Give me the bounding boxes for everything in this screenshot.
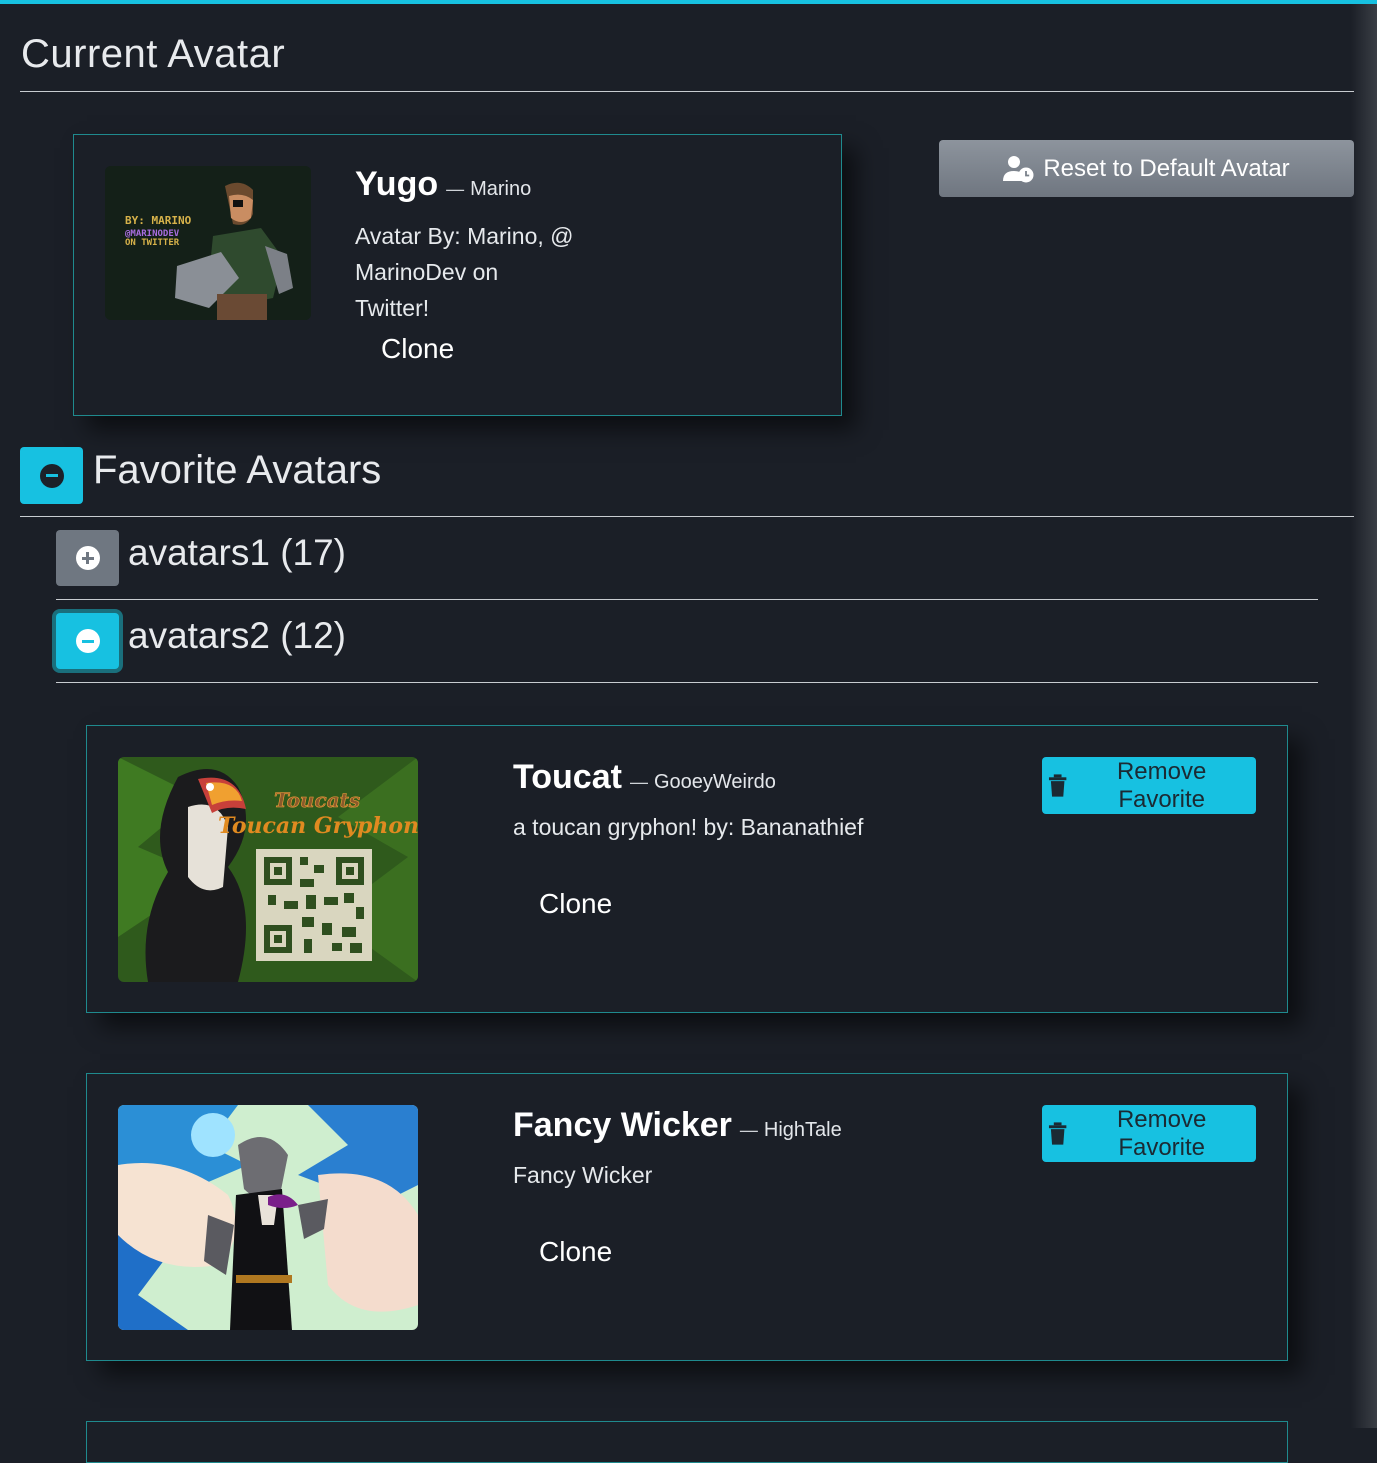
remove-favorite-button[interactable]: Remove Favorite xyxy=(1042,757,1256,814)
favorite-avatar-card: Fancy Wicker — HighTale Fancy Wicker Clone… xyxy=(86,1073,1288,1361)
avatar-author: Marino xyxy=(470,178,532,200)
thumb-title-1: Toucats xyxy=(274,788,360,812)
group-expand-toggle-avatars1[interactable] xyxy=(56,530,119,586)
svg-text:ON TWITTER: ON TWITTER xyxy=(125,238,180,248)
user-clock-icon xyxy=(1003,155,1034,182)
avatar-name: Toucat xyxy=(513,758,622,796)
avatar-thumbnail-fancy-wicker[interactable] xyxy=(118,1105,418,1330)
svg-text:BY: MARINO: BY: MARINO xyxy=(125,214,192,227)
top-accent-line xyxy=(0,0,1377,4)
avatar-thumbnail-toucat[interactable]: Toucats Toucan Gryphons xyxy=(118,757,418,982)
reset-avatar-button[interactable]: Reset to Default Avatar xyxy=(939,140,1354,197)
divider xyxy=(20,516,1354,517)
clone-button[interactable]: Clone xyxy=(381,333,454,365)
trash-icon xyxy=(1048,773,1067,797)
thumb-title-2: Toucan Gryphons xyxy=(218,813,418,839)
favorites-collapse-toggle[interactable] xyxy=(20,447,83,504)
remove-favorite-label: Remove Favorite xyxy=(1116,757,1207,813)
current-avatar-heading: Current Avatar xyxy=(21,32,286,76)
reset-avatar-label: Reset to Default Avatar xyxy=(1043,154,1290,182)
group-title-avatars1[interactable]: avatars1 (17) xyxy=(128,532,346,574)
group-title-avatars2[interactable]: avatars2 (12) xyxy=(128,615,346,657)
divider xyxy=(20,91,1354,92)
clone-button[interactable]: Clone xyxy=(539,1236,612,1268)
favorite-avatars-heading: Favorite Avatars xyxy=(93,448,382,492)
plus-circle-icon xyxy=(75,546,100,570)
avatar-title-line: Yugo — Marino xyxy=(355,165,531,204)
avatar-description: a toucan gryphon! by: Bananathief xyxy=(513,814,864,840)
avatar-title-line: Fancy Wicker — HighTale xyxy=(513,1106,842,1145)
divider xyxy=(56,599,1318,600)
avatar-name: Yugo xyxy=(355,165,439,203)
favorite-avatar-card: Toucats Toucan Gryphons Toucat — GooeyWeir… xyxy=(86,725,1288,1013)
separator-dash: — xyxy=(629,772,648,792)
remove-favorite-label: Remove Favorite xyxy=(1116,1105,1207,1161)
page-scroll-shadow xyxy=(1351,4,1377,1428)
avatar-description: Fancy Wicker xyxy=(513,1162,653,1188)
current-avatar-card: BY: MARINO @MARINODEV ON TWITTER Yugo — Ma… xyxy=(73,134,842,416)
minus-circle-icon xyxy=(39,463,64,488)
avatar-description: Avatar By: Marino, @ MarinoDev on Twitte… xyxy=(355,223,574,321)
avatar-author: GooeyWeirdo xyxy=(653,771,776,793)
separator-dash: — xyxy=(446,179,465,199)
avatar-author: HighTale xyxy=(763,1119,842,1141)
divider xyxy=(56,682,1318,683)
remove-favorite-button[interactable]: Remove Favorite xyxy=(1042,1105,1256,1162)
trash-icon xyxy=(1048,1121,1067,1145)
avatar-title-line: Toucat — GooeyWeirdo xyxy=(513,758,776,797)
avatar-thumbnail-yugo[interactable]: BY: MARINO @MARINODEV ON TWITTER xyxy=(105,166,311,320)
favorite-avatar-card xyxy=(86,1421,1288,1463)
separator-dash: — xyxy=(739,1120,758,1140)
group-collapse-toggle-avatars2[interactable] xyxy=(56,613,119,669)
clone-button[interactable]: Clone xyxy=(539,888,612,920)
minus-circle-icon xyxy=(75,629,100,653)
avatar-name: Fancy Wicker xyxy=(513,1106,732,1144)
